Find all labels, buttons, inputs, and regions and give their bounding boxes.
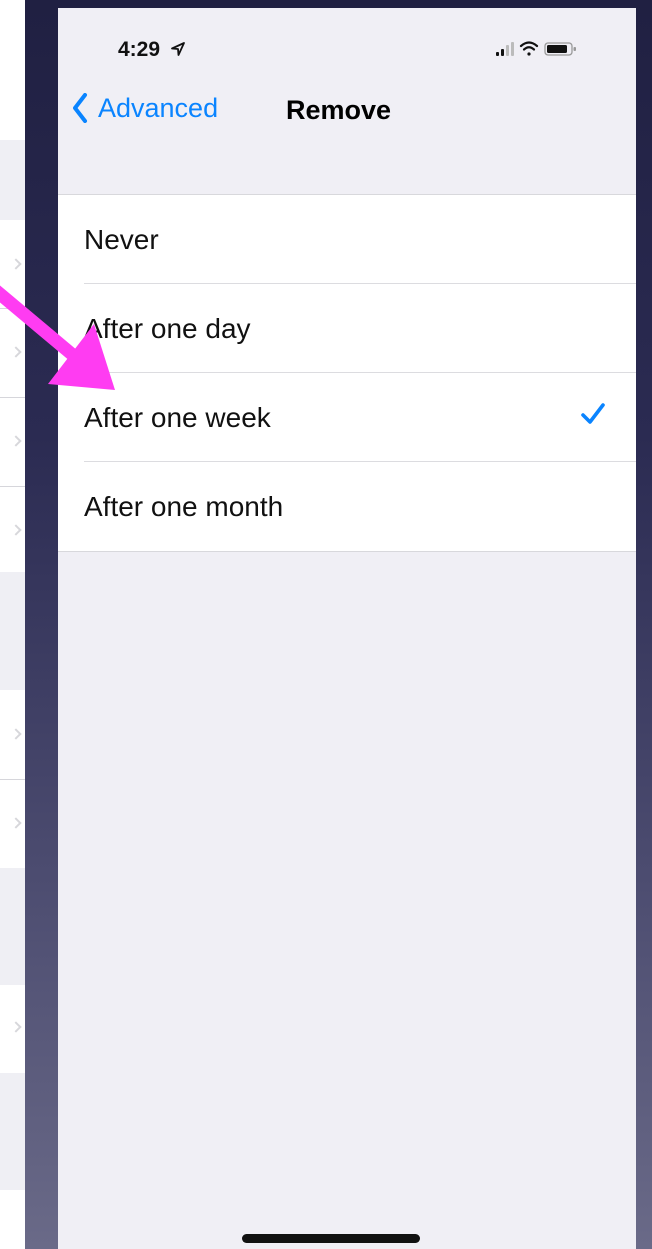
bg-group-4	[0, 1190, 25, 1249]
option-never[interactable]: Never	[58, 195, 636, 284]
navigation-bar: Advanced Remove	[58, 86, 636, 136]
option-label: After one month	[84, 490, 284, 522]
option-after-one-day[interactable]: After one day	[58, 284, 636, 373]
status-icons	[496, 40, 580, 63]
status-time: 4:29	[118, 38, 186, 62]
options-list: Never After one day After one week After…	[58, 194, 636, 552]
page-title: Remove	[286, 95, 392, 125]
checkmark-icon	[581, 403, 605, 424]
phone-screen: 4:29 Advanced Remove Never After one day…	[58, 8, 636, 1249]
chevron-left-icon	[73, 93, 87, 123]
bg-header	[0, 0, 25, 140]
back-button-label: Advanced	[98, 92, 219, 123]
bg-divider	[0, 486, 25, 487]
option-after-one-week[interactable]: After one week	[58, 373, 636, 462]
status-time-text: 4:29	[118, 38, 161, 61]
annotation-pointer-arrow	[0, 285, 115, 390]
signal-icon	[496, 42, 514, 56]
background-screen-fragment	[0, 0, 25, 1249]
home-indicator[interactable]	[242, 1234, 420, 1243]
status-bar: 4:29	[58, 8, 636, 88]
option-label: Never	[84, 223, 159, 255]
location-arrow-icon	[170, 42, 185, 56]
back-button[interactable]: Advanced	[72, 86, 218, 130]
option-after-one-month[interactable]: After one month	[58, 462, 636, 551]
wifi-icon	[519, 41, 539, 56]
battery-icon	[544, 42, 576, 56]
bg-divider	[0, 779, 25, 780]
